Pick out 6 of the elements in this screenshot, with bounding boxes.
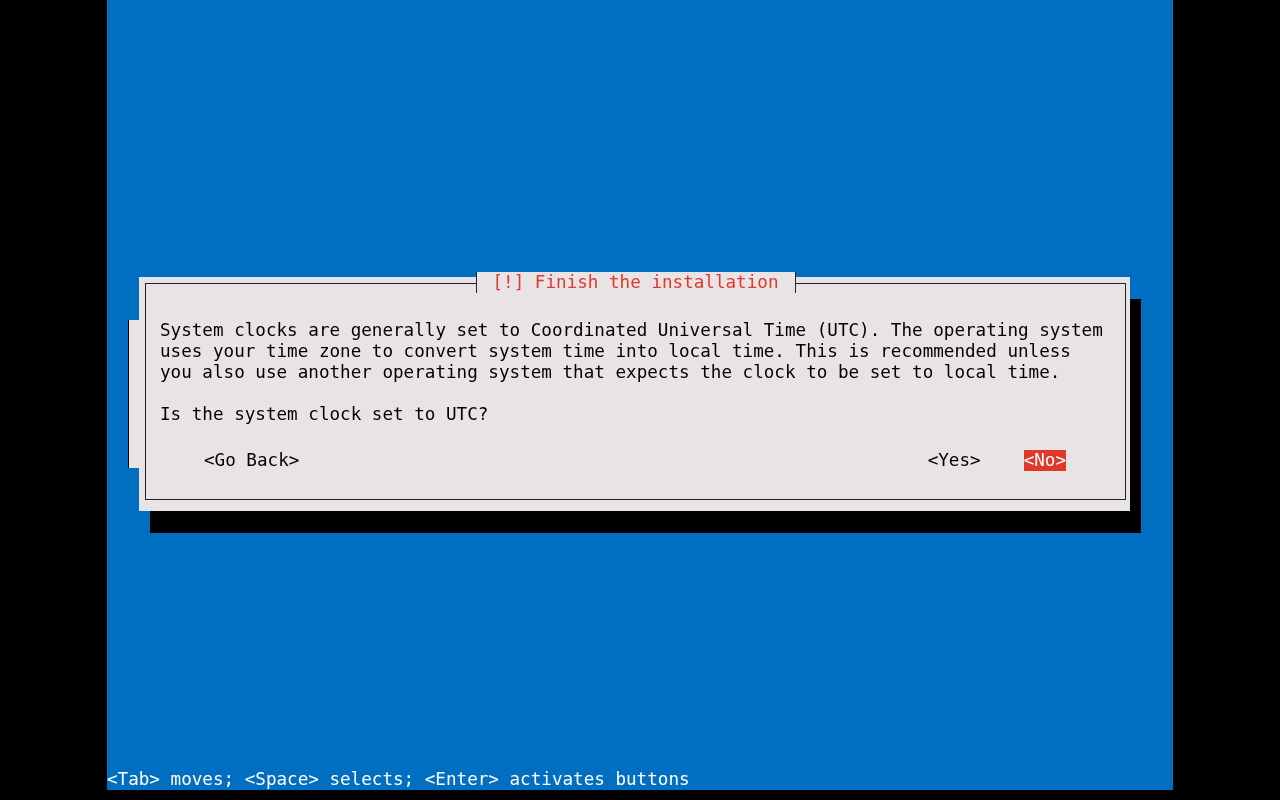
dialog-message: System clocks are generally set to Coordinated Universal Time (UTC). The operating system uses your time zone to convert system time into local time. This is recommended unless you also use another operating system that expects the clock to be set to local time.: [160, 320, 1103, 383]
dialog-title: [!] Finish the installation: [475, 272, 796, 293]
dialog-question: Is the system clock set to UTC?: [160, 404, 490, 425]
dialog-button[interactable]: <Yes>: [927, 449, 981, 471]
dialog-button[interactable]: <No>: [1023, 449, 1066, 471]
dialog-button[interactable]: <Go Back>: [204, 450, 300, 471]
